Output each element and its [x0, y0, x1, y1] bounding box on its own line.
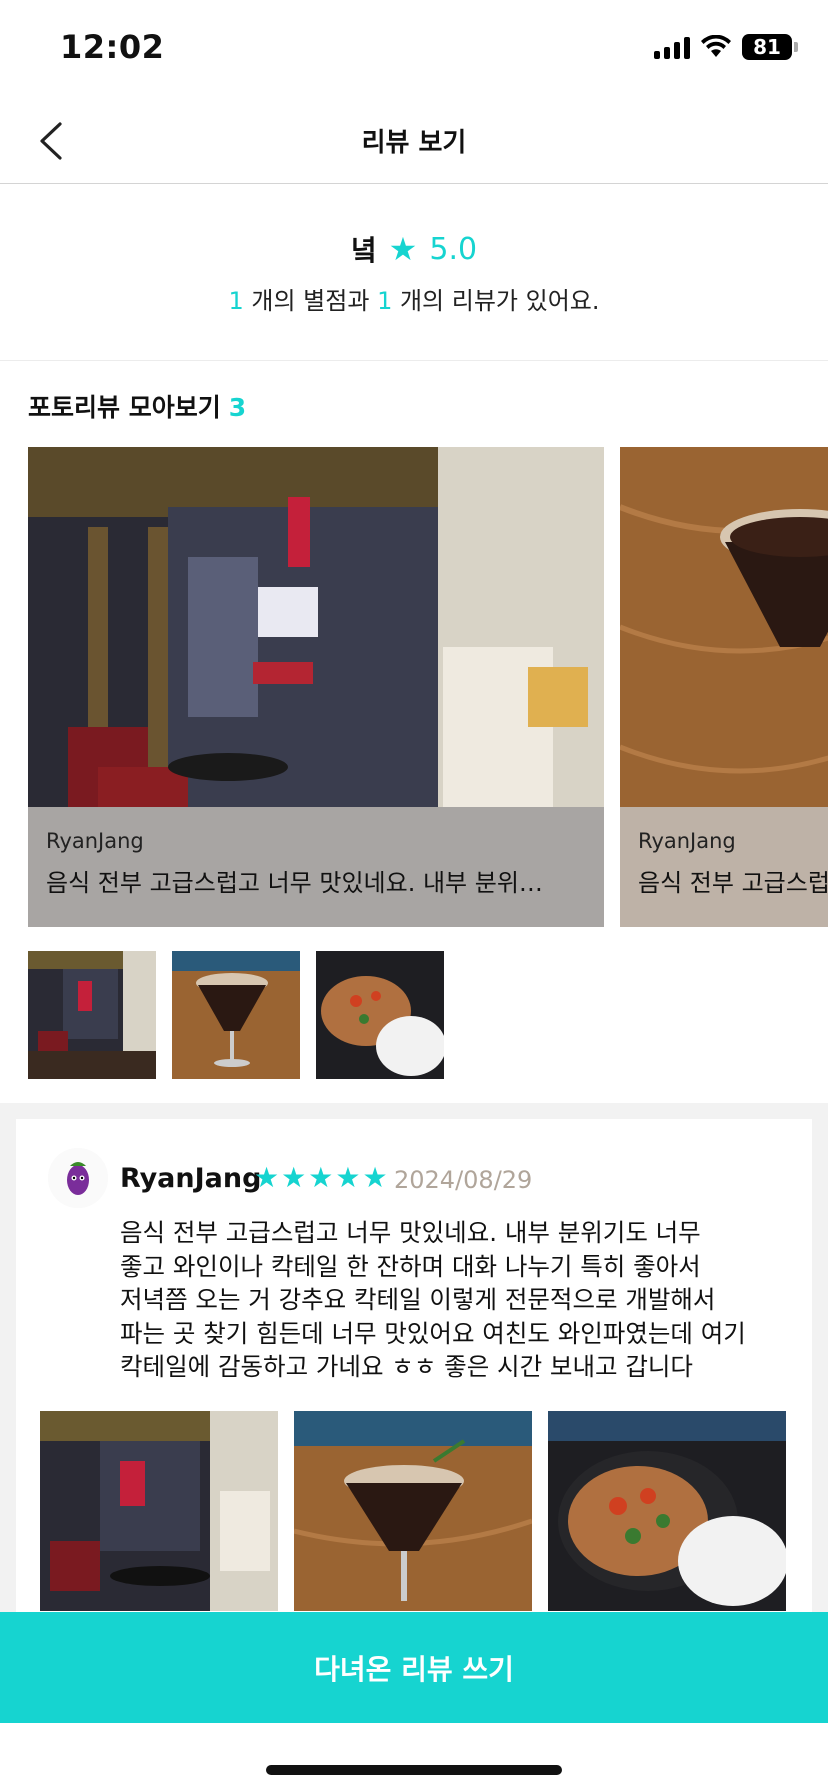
rating-summary-row: 녘 ★ 5.0: [0, 229, 828, 269]
photo-thumbnails: [28, 951, 444, 1079]
home-indicator[interactable]: [266, 1765, 562, 1775]
caption-author: RyanJang: [46, 829, 144, 853]
carousel-slide[interactable]: RyanJang 음식 전부 고급스럽: [620, 447, 828, 927]
wifi-icon: [701, 35, 731, 57]
place-name: 녘: [350, 234, 377, 267]
rating-count-suffix: 개의 별점과: [243, 287, 378, 315]
rating-count: 1: [228, 287, 244, 315]
review-stars: ★ ★ ★ ★ ★: [254, 1164, 388, 1192]
write-review-button[interactable]: 다녀온 리뷰 쓰기: [0, 1612, 828, 1723]
slide-caption: RyanJang 음식 전부 고급스럽: [620, 807, 828, 927]
star-icon: ★: [254, 1161, 280, 1194]
nav-header: 리뷰 보기: [0, 98, 828, 184]
review-photos: [40, 1411, 786, 1611]
photo-review-carousel[interactable]: RyanJang 음식 전부 고급스럽고 너무 맛있네요. 내부 분위… Rya…: [0, 447, 828, 927]
thumbnail-image: [172, 951, 300, 1079]
review-text: 음식 전부 고급스럽고 너무 맛있네요. 내부 분위기도 너무 좋고 와인이나 …: [120, 1216, 790, 1384]
eggplant-avatar-icon: [48, 1148, 108, 1208]
thumbnail-image: [316, 951, 444, 1079]
review-text-line: 좋고 와인이나 칵테일 한 잔하며 대화 나누기 특히 좋아서: [120, 1251, 701, 1281]
bottom-safe-area: [0, 1723, 828, 1792]
star-icon: ★: [362, 1161, 388, 1194]
average-rating: 5.0: [429, 231, 478, 267]
section-divider: [0, 1103, 828, 1119]
review-photo-image: [548, 1411, 786, 1611]
star-icon: ★: [335, 1161, 361, 1194]
caption-text: 음식 전부 고급스럽: [638, 869, 828, 897]
cellular-signal-icon: [654, 35, 690, 59]
star-icon: ★: [308, 1161, 334, 1194]
battery-icon: 81: [742, 34, 798, 60]
caption-text: 음식 전부 고급스럽고 너무 맛있네요. 내부 분위…: [46, 869, 543, 897]
caption-author: RyanJang: [638, 829, 736, 853]
review-count-suffix: 개의 리뷰가 있어요.: [392, 287, 600, 315]
avatar[interactable]: [48, 1148, 108, 1208]
review-text-line: 칵테일에 감동하고 가네요 ㅎㅎ 좋은 시간 보내고 갑니다: [120, 1352, 693, 1381]
review-count: 1: [377, 287, 393, 315]
photo-reviews-count: 3: [228, 393, 247, 422]
thumbnail-image: [28, 951, 156, 1079]
review-photo-pasta[interactable]: [548, 1411, 786, 1611]
rating-count-text: 1 개의 별점과 1 개의 리뷰가 있어요.: [0, 281, 828, 316]
review-photo-cocktail[interactable]: [294, 1411, 532, 1611]
photo-reviews-title: 포토리뷰 모아보기 3: [28, 388, 246, 424]
review-text-line: 파는 곳 찾기 힘든데 너무 맛있어요 여친도 와인파였는데 여기: [120, 1318, 746, 1348]
carousel-slide[interactable]: RyanJang 음식 전부 고급스럽고 너무 맛있네요. 내부 분위…: [28, 447, 604, 927]
battery-level: 81: [753, 35, 781, 59]
thumbnail-cocktail[interactable]: [172, 951, 300, 1079]
star-icon: ★: [281, 1161, 307, 1194]
review-text-line: 음식 전부 고급스럽고 너무 맛있네요. 내부 분위기도 너무: [120, 1218, 701, 1247]
review-photo-image: [294, 1411, 532, 1611]
thumbnail-interior[interactable]: [28, 951, 156, 1079]
slide-caption: RyanJang 음식 전부 고급스럽고 너무 맛있네요. 내부 분위…: [28, 807, 604, 927]
reviewer-name[interactable]: RyanJang: [120, 1163, 261, 1194]
review-photo-image: [40, 1411, 278, 1611]
review-photo-interior[interactable]: [40, 1411, 278, 1611]
page-title: 리뷰 보기: [361, 128, 467, 158]
status-bar: 12:02 81: [0, 0, 828, 98]
photo-reviews-label: 포토리뷰 모아보기: [28, 393, 221, 422]
rating-summary: 녘 ★ 5.0 1 개의 별점과 1 개의 리뷰가 있어요.: [0, 185, 828, 361]
review-date: 2024/08/29: [394, 1166, 533, 1194]
status-time: 12:02: [60, 28, 165, 66]
status-icons: 81: [654, 34, 798, 60]
star-icon: ★: [388, 230, 418, 268]
thumbnail-pasta[interactable]: [316, 951, 444, 1079]
review-text-line: 저녁쯤 오는 거 강추요 칵테일 이렇게 전문적으로 개발해서: [120, 1285, 716, 1314]
